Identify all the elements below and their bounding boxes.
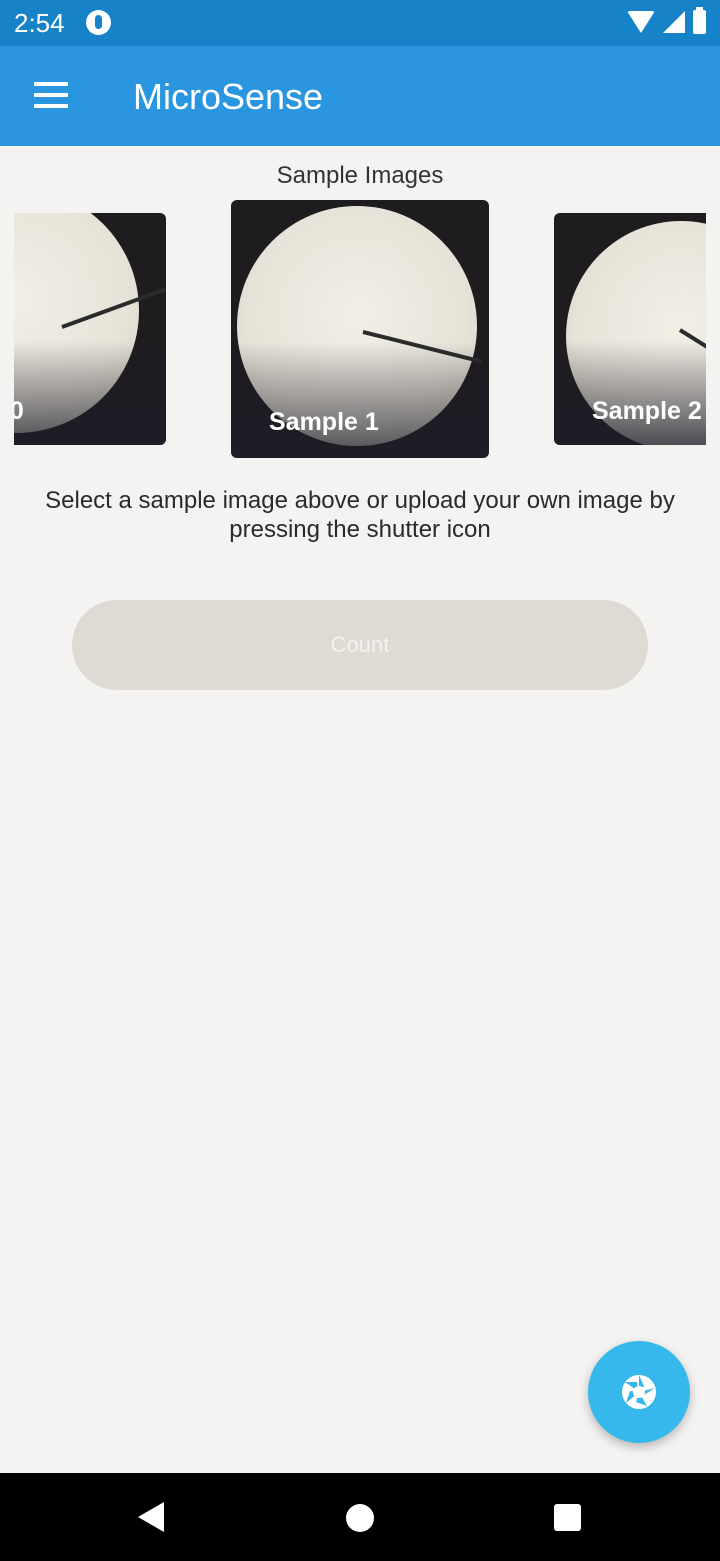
wifi-icon	[627, 11, 655, 33]
sample-label: Sample 2	[592, 397, 702, 425]
battery-icon	[693, 7, 706, 34]
sample-carousel[interactable]: Sample 0 Sample 1 Sample 2	[14, 200, 706, 462]
app-bar: MicroSense	[0, 46, 720, 146]
sample-label: Sample 1	[269, 408, 379, 436]
sample-images-title: Sample Images	[276, 162, 444, 189]
home-icon[interactable]	[346, 1504, 374, 1532]
shutter-fab[interactable]	[588, 1341, 690, 1443]
status-icons	[627, 7, 706, 34]
signal-icon	[663, 11, 685, 33]
app-notification-icon	[86, 10, 111, 35]
sample-label: Sample 0	[14, 397, 24, 425]
back-icon[interactable]	[138, 1502, 164, 1532]
camera-shutter-icon	[622, 1375, 656, 1409]
status-bar: 2:54	[0, 0, 720, 46]
status-time: 2:54	[14, 8, 65, 38]
system-nav-bar	[0, 1473, 720, 1561]
app-title: MicroSense	[133, 76, 324, 117]
recent-apps-icon[interactable]	[554, 1504, 581, 1531]
count-button[interactable]: Count	[72, 600, 648, 690]
sample-card-0[interactable]: Sample 0	[14, 213, 166, 445]
sample-card-2[interactable]: Sample 2	[554, 213, 706, 445]
menu-icon[interactable]	[34, 82, 68, 108]
instructions-text: Select a sample image above or upload yo…	[45, 487, 675, 543]
sample-card-1[interactable]: Sample 1	[231, 200, 489, 458]
